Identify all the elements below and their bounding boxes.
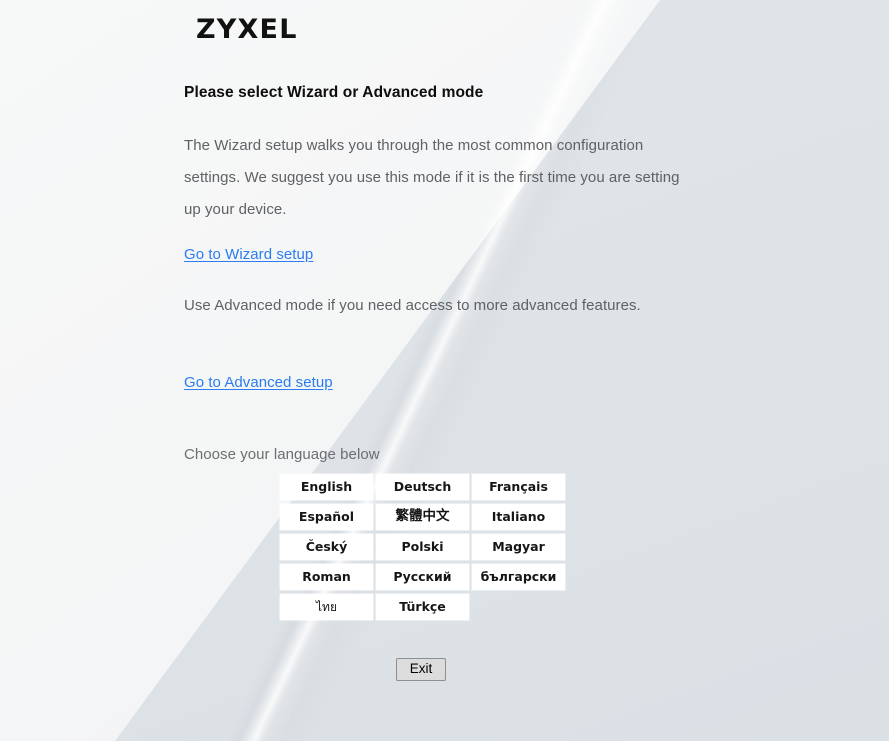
language-button-turkce[interactable]: Türkçe (376, 594, 469, 620)
language-button-traditional-chinese[interactable]: 繁體中文 (376, 504, 469, 530)
advanced-description: Use Advanced mode if you need access to … (184, 297, 641, 314)
language-button-polski[interactable]: Polski (376, 534, 469, 560)
go-to-wizard-setup-link[interactable]: Go to Wizard setup (184, 246, 313, 263)
language-button-grid: English Deutsch Français Español 繁體中文 Italian… (280, 474, 565, 620)
page-title: Please select Wizard or Advanced mode (184, 84, 484, 101)
language-button-espanol[interactable]: Español (280, 504, 373, 530)
language-button-russian[interactable]: Русский (376, 564, 469, 590)
language-button-francais[interactable]: Français (472, 474, 565, 500)
language-button-bulgarian[interactable]: български (472, 564, 565, 590)
language-button-deutsch[interactable]: Deutsch (376, 474, 469, 500)
language-button-italiano[interactable]: Italiano (472, 504, 565, 530)
footer-actions: Exit (0, 658, 842, 681)
language-button-english[interactable]: English (280, 474, 373, 500)
language-button-cesky[interactable]: Český (280, 534, 373, 560)
background-diagonal-highlight (0, 0, 889, 741)
zyxel-logo: ZYXEL (196, 14, 298, 45)
language-button-magyar[interactable]: Magyar (472, 534, 565, 560)
language-section-label: Choose your language below (184, 446, 380, 463)
go-to-advanced-setup-link[interactable]: Go to Advanced setup (184, 374, 333, 391)
language-button-thai[interactable]: ไทย (280, 594, 373, 620)
wizard-description: The Wizard setup walks you through the m… (184, 137, 680, 218)
wizard-mode-select-page: ZYXEL Please select Wizard or Advanced m… (0, 0, 889, 741)
exit-button[interactable]: Exit (395, 658, 447, 681)
language-button-roman[interactable]: Roman (280, 564, 373, 590)
